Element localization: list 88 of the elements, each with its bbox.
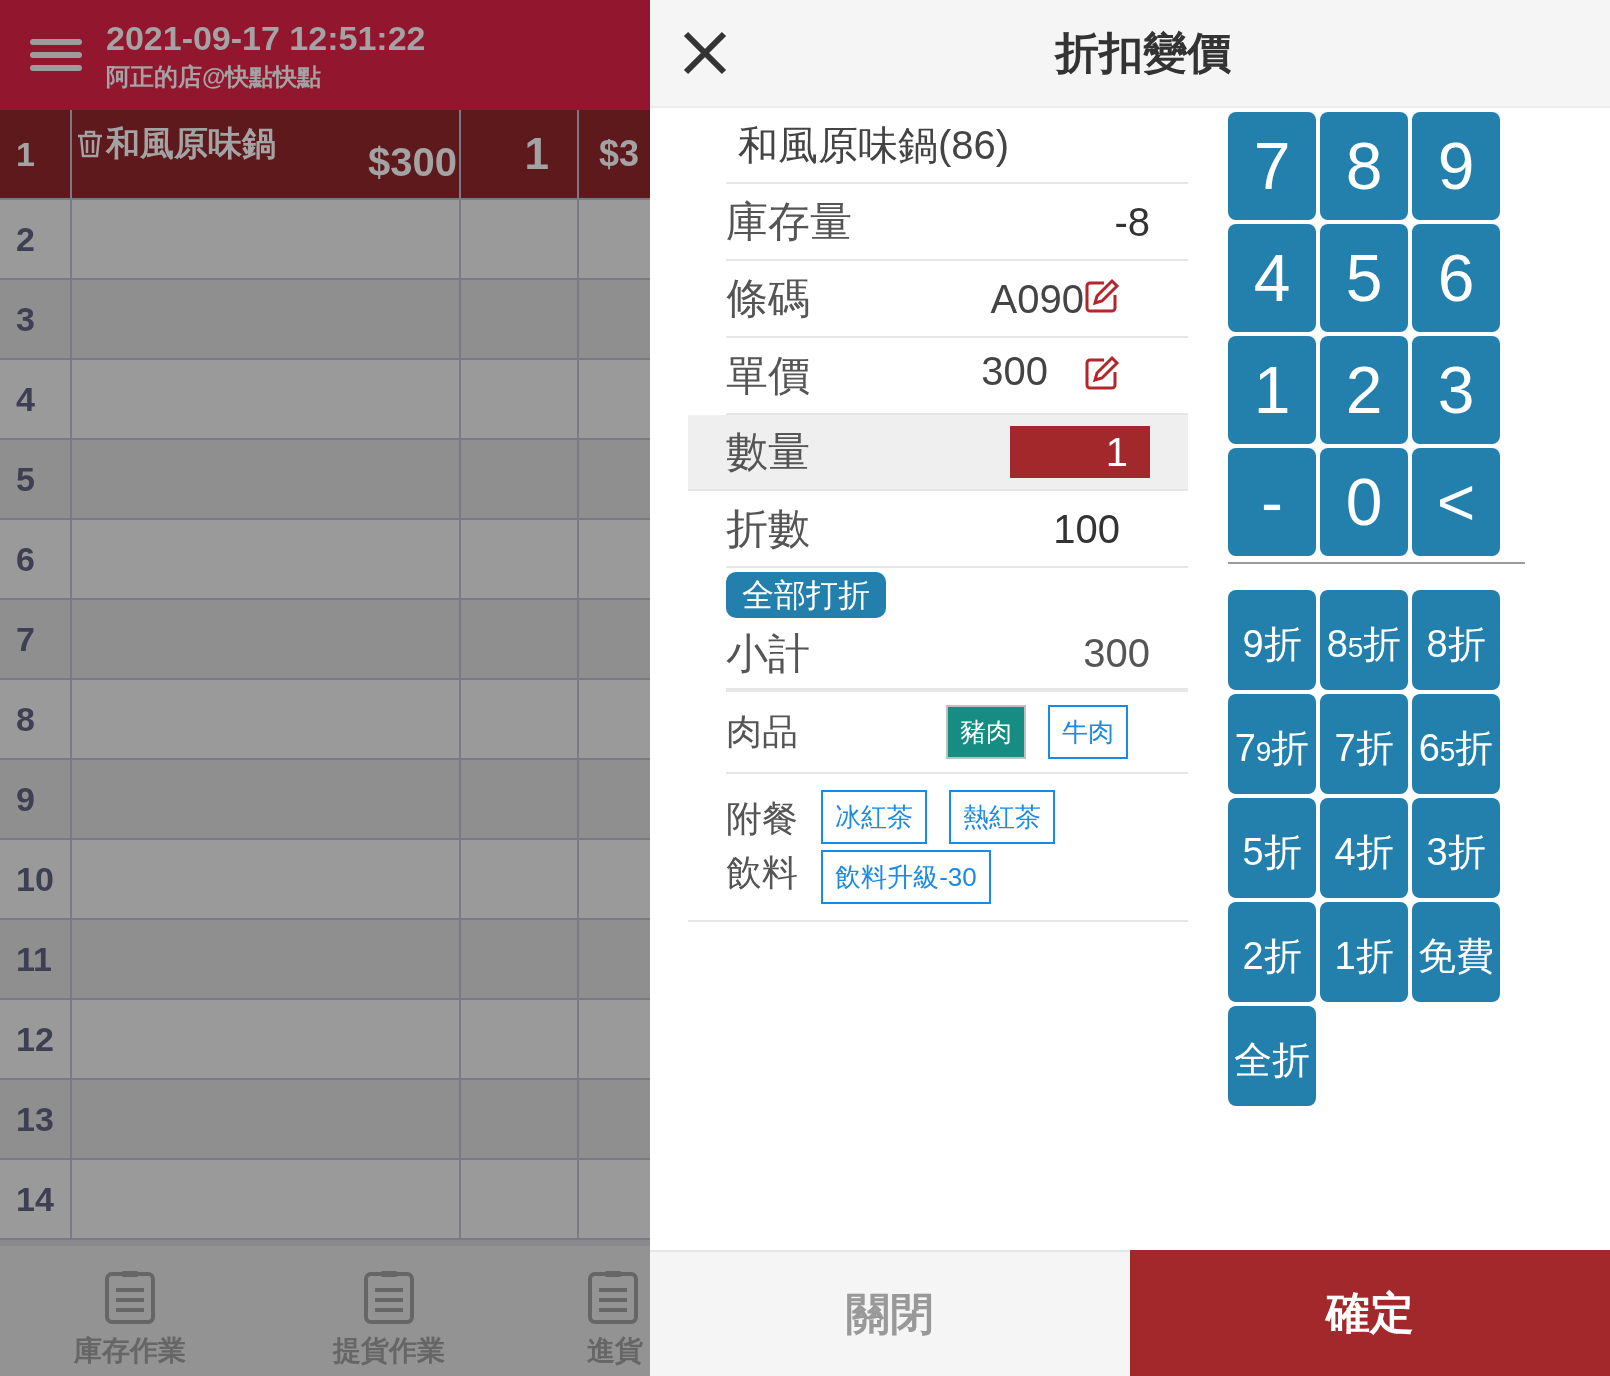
row-number: 10 — [16, 858, 54, 900]
table-row[interactable]: 4 — [0, 360, 650, 440]
field-label: 數量 — [726, 431, 810, 473]
keypad-key[interactable]: 2 — [1320, 336, 1408, 444]
keypad-key[interactable]: - — [1228, 448, 1316, 556]
trash-icon[interactable] — [76, 128, 104, 159]
discount-button[interactable]: 9折 — [1228, 590, 1316, 690]
discount-button[interactable]: 全折 — [1228, 1006, 1316, 1106]
clipboard-icon — [103, 1270, 156, 1324]
row-number: 13 — [16, 1098, 54, 1140]
row-number: 14 — [16, 1178, 54, 1220]
discount-button[interactable]: 2折 — [1228, 902, 1316, 1002]
option-chip[interactable]: 熱紅茶 — [949, 790, 1056, 844]
keypad-key[interactable]: 5 — [1320, 224, 1408, 332]
keypad-key[interactable]: 8 — [1320, 112, 1408, 220]
field-value: 300 — [981, 347, 1048, 395]
item-price: $300 — [368, 139, 457, 186]
field-value: -8 — [1114, 198, 1150, 246]
discount-button[interactable]: 4折 — [1320, 798, 1408, 898]
table-row[interactable]: 7 — [0, 600, 650, 680]
option-chip[interactable]: 牛肉 — [1048, 705, 1128, 759]
discount-button[interactable]: 5折 — [1228, 798, 1316, 898]
subtotal-label: 小計 — [726, 628, 810, 679]
field-label: 單價 — [726, 354, 810, 397]
close-button[interactable]: 關閉 — [650, 1250, 1130, 1376]
item-total: $3 — [599, 132, 640, 176]
table-row[interactable]: 6 — [0, 520, 650, 600]
item-name: 和風原味鍋 — [106, 123, 276, 164]
row-number: 5 — [16, 458, 35, 500]
option-chip[interactable]: 冰紅茶 — [821, 790, 928, 844]
clipboard-icon — [362, 1270, 415, 1324]
store-name: 阿正的店@快點快點 — [106, 65, 323, 89]
discount-button[interactable]: 8折 — [1412, 590, 1500, 690]
keypad-key[interactable]: 6 — [1412, 224, 1500, 332]
option-chip[interactable]: 飲料升級-30 — [821, 850, 991, 904]
keypad-key[interactable]: 9 — [1412, 112, 1500, 220]
row-number: 6 — [16, 538, 35, 580]
option-chip[interactable]: 豬肉 — [946, 705, 1026, 759]
item-quantity: 1 — [524, 128, 549, 180]
date-time: 2021-09-17 12:51:22 — [106, 21, 426, 55]
keypad-key[interactable]: 3 — [1412, 336, 1500, 444]
row-number: 11 — [16, 938, 52, 980]
clipboard-icon — [587, 1270, 639, 1324]
keypad-key[interactable]: 0 — [1320, 448, 1408, 556]
row-number: 3 — [16, 298, 35, 340]
edit-icon[interactable] — [1084, 354, 1120, 391]
table-row[interactable]: 14 — [0, 1160, 650, 1240]
row-number: 8 — [16, 698, 35, 740]
dialog-title: 折扣變價 — [1055, 27, 1231, 79]
menu-icon[interactable] — [30, 38, 82, 72]
table-row[interactable]: 1 和風原味鍋 $300 1 $3 — [0, 110, 650, 200]
table-row[interactable]: 5 — [0, 440, 650, 520]
row-number: 2 — [16, 218, 35, 260]
field-label: 條碼 — [726, 277, 810, 320]
keypad-key[interactable]: < — [1412, 448, 1500, 556]
product-name: 和風原味鍋(86) — [738, 122, 1010, 169]
row-number: 9 — [16, 778, 35, 820]
table-row[interactable]: 2 — [0, 200, 650, 280]
option-group-label: 附餐飲料 — [726, 797, 799, 895]
quantity-field[interactable]: 1 — [1010, 426, 1150, 478]
field-value: A090 — [990, 275, 1084, 323]
row-number: 7 — [16, 618, 35, 660]
discount-all-button[interactable]: 全部打折 — [726, 572, 886, 618]
discount-button[interactable]: 7折 — [1320, 694, 1408, 794]
table-row[interactable]: 9 — [0, 760, 650, 840]
table-row[interactable]: 10 — [0, 840, 650, 920]
field-label: 庫存量 — [726, 200, 852, 243]
field-label: 折數 — [726, 507, 810, 550]
table-row[interactable]: 13 — [0, 1080, 650, 1160]
edit-icon[interactable] — [1084, 277, 1120, 314]
keypad-key[interactable]: 4 — [1228, 224, 1316, 332]
row-number: 12 — [16, 1018, 54, 1060]
close-icon[interactable] — [682, 30, 728, 76]
keypad-key[interactable]: 7 — [1228, 112, 1316, 220]
subtotal-value: 300 — [1083, 630, 1150, 677]
row-number: 1 — [16, 133, 35, 175]
table-row[interactable]: 8 — [0, 680, 650, 760]
discount-button[interactable]: 免費 — [1412, 902, 1500, 1002]
table-row[interactable]: 11 — [0, 920, 650, 1000]
confirm-button[interactable]: 確定 — [1130, 1250, 1610, 1376]
table-row[interactable]: 12 — [0, 1000, 650, 1080]
field-value: 100 — [1053, 505, 1120, 553]
keypad-key[interactable]: 1 — [1228, 336, 1316, 444]
table-row[interactable]: 3 — [0, 280, 650, 360]
discount-button[interactable]: 3折 — [1412, 798, 1500, 898]
row-number: 4 — [16, 378, 35, 420]
discount-button[interactable]: 1折 — [1320, 902, 1408, 1002]
option-group-label: 肉品 — [726, 710, 799, 754]
